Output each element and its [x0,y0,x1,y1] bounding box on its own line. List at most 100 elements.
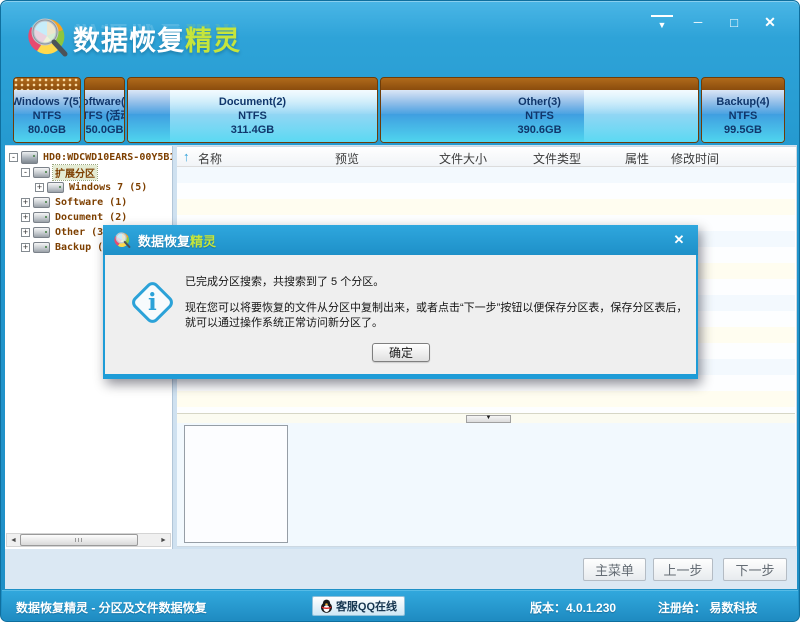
dialog-close-icon[interactable]: ✕ [670,231,688,249]
status-text: 数据恢复精灵 - 分区及文件数据恢复 [16,599,207,616]
dialog-message-line: 现在您可以将要恢复的文件从分区中复制出来，或者点击“下一步”按钮以便保存分区表，… [185,301,693,316]
dialog-content: i 已完成分区搜索，共搜索到了 5 个分区。 现在您可以将要恢复的文件从分区中复… [105,255,696,374]
partition-name: Backup(4) [716,95,769,109]
next-step-button[interactable]: 下一步 [723,558,787,581]
partition-fs: NTFS [525,109,554,123]
partition-block-windows7[interactable]: Windows 7(5) NTFS 80.0GB [13,77,81,143]
dialog-message-line: 已完成分区搜索，共搜索到了 5 个分区。 [185,275,693,290]
partition-map: Windows 7(5) NTFS 80.0GB Software(1) NTF… [13,77,789,144]
column-header-filesize[interactable]: 文件大小 [439,150,487,167]
qq-button-label: 客服QQ在线 [336,598,397,614]
chevron-down-icon: ▼ [486,415,492,421]
partition-block-software[interactable]: Software(1) NTFS (活动) 50.0GB [84,77,125,143]
partition-size: 50.0GB [86,123,124,137]
expand-icon[interactable]: + [21,228,30,237]
tree-item-label[interactable]: Software (1) [53,197,129,208]
partition-block-other[interactable]: Other(3) NTFS 390.6GB [380,77,699,143]
scroll-right-icon[interactable]: ► [157,534,170,546]
partition-cap [702,78,784,90]
partition-cap [381,78,698,90]
partition-body: Other(3) NTFS 390.6GB [381,90,698,142]
dialog-title: 数据恢复精灵 [138,231,216,250]
app-logo-icon [23,15,71,59]
dialog-logo-icon [112,231,132,249]
tree-item-label[interactable]: 扩展分区 [53,165,97,180]
scrollbar-thumb[interactable] [20,534,138,546]
partition-icon [33,167,50,178]
partition-fs: NTFS [33,109,62,123]
partition-icon [33,212,50,223]
partition-name: Windows 7(5) [14,95,80,109]
expand-icon[interactable]: + [21,243,30,252]
partition-block-document[interactable]: Document(2) NTFS 311.4GB [127,77,378,143]
app-title-main: 数据恢复 [73,26,185,56]
tree-item-software[interactable]: + Software (1) [5,195,172,210]
partition-icon [33,227,50,238]
maximize-icon[interactable]: □ [723,13,745,31]
collapse-icon[interactable]: - [9,153,18,162]
tree-item-hd0[interactable]: - HD0:WDCWD10EARS-00Y5B1 [5,150,172,165]
tree-item-label[interactable]: Windows 7 (5) [67,182,149,193]
menu-arrow-icon[interactable]: ▼ [651,15,673,31]
partition-size: 311.4GB [231,123,274,137]
ok-button[interactable]: 确定 [372,343,430,362]
hard-disk-icon [21,151,38,164]
partition-cap [14,78,80,90]
tree-item-document[interactable]: + Document (2) [5,210,172,225]
registered-to-text: 注册给： 易数科技 [658,599,757,616]
expand-icon[interactable]: + [21,213,30,222]
previous-step-button[interactable]: 上一步 [653,558,713,581]
partition-body: Windows 7(5) NTFS 80.0GB [14,90,80,142]
main-menu-button[interactable]: 主菜单 [583,558,646,581]
partition-body: Backup(4) NTFS 99.5GB [702,90,784,142]
app-title-accent: 精灵 [185,26,241,56]
preview-pane [177,423,795,546]
qq-penguin-icon [320,599,333,613]
column-header-name[interactable]: 名称 [198,150,222,167]
tree-item-windows7[interactable]: + Windows 7 (5) [5,180,172,195]
partition-cap [85,78,124,90]
expand-icon[interactable]: + [21,198,30,207]
partition-size: 390.6GB [517,123,561,137]
tree-item-label[interactable]: Document (2) [53,212,129,223]
partition-block-backup[interactable]: Backup(4) NTFS 99.5GB [701,77,785,143]
preview-placeholder [184,425,288,543]
splitter-band: ▼ [177,413,795,423]
close-icon[interactable]: ✕ [759,13,781,31]
splitter-collapse-button[interactable]: ▼ [466,415,511,423]
partition-size: 80.0GB [28,123,66,137]
partition-fs: NTFS [238,109,267,123]
tree-item-label[interactable]: HD0:WDCWD10EARS-00Y5B1 [41,152,173,163]
qq-support-button[interactable]: 客服QQ在线 [312,596,405,616]
partition-icon [47,182,64,193]
info-icon: i [131,281,175,325]
column-header-filetype[interactable]: 文件类型 [533,150,581,167]
dialog-title-bar[interactable]: 数据恢复精灵 ✕ [103,225,698,255]
column-header-modified[interactable]: 修改时间 [671,150,719,167]
dialog-message: 已完成分区搜索，共搜索到了 5 个分区。 现在您可以将要恢复的文件从分区中复制出… [185,275,693,331]
partition-cap [128,78,377,90]
partition-size: 99.5GB [724,123,762,137]
column-header-preview[interactable]: 预览 [335,150,359,167]
minimize-icon[interactable]: ─ [687,13,709,31]
sort-up-icon[interactable]: ↑ [183,149,190,164]
partition-icon [33,242,50,253]
partition-name: Other(3) [518,95,561,109]
file-list-header: ↑ 名称 预览 文件大小 文件类型 属性 修改时间 [177,147,796,167]
expand-icon[interactable]: + [35,183,44,192]
dialog-message-line: 就可以通过操作系统正常访问新分区了。 [185,316,693,331]
column-header-attributes[interactable]: 属性 [625,150,649,167]
partition-name: Document(2) [219,95,286,109]
tree-horizontal-scrollbar[interactable]: ◄ ► [6,533,171,547]
version-text: 版本：4.0.1.230 [530,599,616,616]
app-window: 数据恢复精灵 数据恢复精灵 ▼ ─ □ ✕ Windows 7(5) NTFS … [0,0,800,622]
partition-name: Software(1) [85,95,124,109]
app-title: 数据恢复精灵 [73,19,241,58]
partition-body: Document(2) NTFS 311.4GB [128,90,377,142]
status-bar: 数据恢复精灵 - 分区及文件数据恢复 客服QQ在线 版本：4.0.1.230 注… [2,590,798,620]
scroll-left-icon[interactable]: ◄ [7,534,20,546]
tree-item-extended-partition[interactable]: - 扩展分区 [5,165,172,180]
search-complete-dialog: 数据恢复精灵 ✕ i 已完成分区搜索，共搜索到了 5 个分区。 现在您可以将要恢… [103,225,698,379]
partition-fs: NTFS (活动) [85,109,124,123]
collapse-icon[interactable]: - [21,168,30,177]
